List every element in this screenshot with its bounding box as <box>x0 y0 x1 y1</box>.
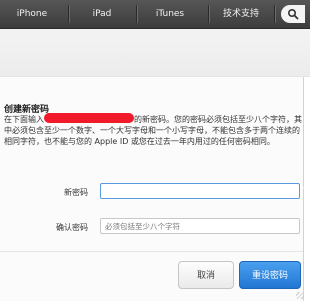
password-requirements-text: 在下面输入 的新密码。您的密码必须包括至少八个字符，其中必须包含至少一个数字、一个… <box>4 113 304 147</box>
search-icon <box>287 8 299 20</box>
nav-itunes[interactable]: iTunes <box>144 0 196 28</box>
dialog-divider <box>0 251 303 252</box>
reset-password-button[interactable]: 重设密码 <box>239 261 301 289</box>
nav-support[interactable]: 技术支持 <box>214 0 268 28</box>
redacted-account-mark <box>44 113 134 123</box>
resize-grip[interactable] <box>296 292 303 299</box>
nav-iphone[interactable]: iPhone <box>6 0 58 28</box>
global-nav-bar: iPhone iPad iTunes 技术支持 <box>0 0 310 29</box>
nav-divider <box>208 5 209 23</box>
page-header-band <box>0 29 310 77</box>
new-password-label: 新密码 <box>64 188 88 197</box>
nav-divider <box>68 5 69 23</box>
new-password-field[interactable] <box>100 183 300 199</box>
nav-divider <box>136 5 137 23</box>
nav-divider <box>274 5 275 23</box>
cancel-button[interactable]: 取消 <box>178 261 234 289</box>
tooltip-pointer <box>303 182 310 194</box>
search-button[interactable] <box>281 5 305 23</box>
confirm-password-field[interactable] <box>100 218 300 234</box>
nav-ipad[interactable]: iPad <box>80 0 124 28</box>
desc-prefix: 在下面输入 <box>4 115 44 124</box>
confirm-password-label: 确认密码 <box>56 223 88 232</box>
